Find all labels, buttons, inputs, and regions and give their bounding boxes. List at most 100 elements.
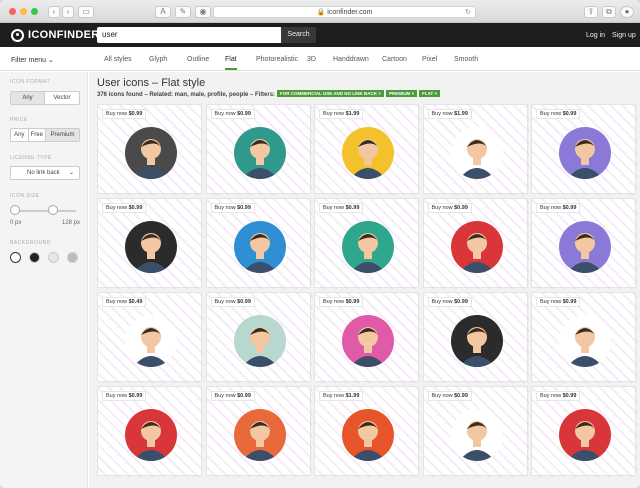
extension-icon[interactable]: ● — [620, 6, 634, 18]
background-swatch[interactable] — [29, 252, 40, 263]
style-tab-all-styles[interactable]: All styles — [104, 56, 132, 63]
sidebar-toggle-button[interactable]: ▭ — [78, 6, 94, 18]
close-window-button[interactable] — [9, 8, 16, 15]
icon-card[interactable]: Buy now $0.99 — [97, 386, 203, 477]
results-summary: 376 icons found – Related: man, male, pr… — [97, 90, 441, 98]
buy-now-button[interactable]: Buy now $1.99 — [427, 109, 472, 119]
buy-now-button[interactable]: Buy now $1.99 — [319, 109, 364, 119]
icon-card[interactable]: Buy now $0.99 — [97, 198, 203, 289]
icon-card[interactable]: Buy now $0.99 — [531, 386, 637, 477]
style-tab-photorealistic[interactable]: Photorealistic — [256, 56, 298, 63]
icon-card[interactable]: Buy now $1.99 — [314, 104, 420, 195]
size-slider-max-handle[interactable] — [48, 205, 58, 215]
buy-now-button[interactable]: Buy now $0.49 — [102, 297, 147, 307]
price-premium-option[interactable]: Premium — [46, 129, 79, 141]
buy-now-button[interactable]: Buy now $0.99 — [210, 203, 255, 213]
background-swatch[interactable] — [48, 252, 59, 263]
filter-tag[interactable]: FOR COMMERCIAL USE AND NO LINK BACK × — [277, 90, 384, 97]
icon-card[interactable]: Buy now $1.99 — [422, 104, 529, 195]
url-text: iconfinder.com — [327, 9, 373, 16]
id-card-icon — [125, 127, 177, 179]
icon-card[interactable]: Buy now $0.99 — [422, 386, 529, 477]
iconfinder-logo[interactable]: ICONFINDER — [11, 28, 99, 42]
icon-card[interactable]: Buy now $0.99 — [205, 386, 312, 477]
forward-button[interactable]: › — [62, 6, 74, 18]
buy-now-button[interactable]: Buy now $0.99 — [536, 391, 581, 401]
icon-card[interactable]: Buy now $0.99 — [205, 104, 312, 195]
address-bar[interactable]: 🔒 iconfinder.com ↻ — [213, 6, 476, 18]
buy-now-button[interactable]: Buy now $0.99 — [319, 297, 364, 307]
search-button[interactable]: Search — [281, 27, 316, 43]
filter-tag[interactable]: PREMIUM × — [385, 90, 418, 97]
buy-now-button[interactable]: Buy now $0.99 — [102, 109, 147, 119]
background-swatch[interactable] — [10, 252, 21, 263]
style-tab-glyph[interactable]: Glyph — [149, 56, 167, 63]
buy-now-button[interactable]: Buy now $0.99 — [210, 297, 255, 307]
icon-card[interactable]: Buy now $0.49 — [97, 292, 203, 383]
style-tab-outline[interactable]: Outline — [187, 56, 209, 63]
size-slider-track[interactable] — [14, 210, 76, 212]
icon-card[interactable]: Buy now $1.99 — [314, 386, 420, 477]
reload-icon[interactable]: ↻ — [465, 7, 471, 18]
style-tab-flat[interactable]: Flat — [225, 56, 237, 70]
icon-card[interactable]: Buy now $0.99 — [422, 198, 529, 289]
filter-tag[interactable]: FLAT × — [419, 90, 441, 97]
tabs-icon[interactable]: ⧉ — [602, 6, 616, 18]
format-vector-option[interactable]: Vector — [45, 92, 79, 104]
reader-button[interactable]: A — [155, 6, 171, 18]
price-any-option[interactable]: Any — [11, 129, 29, 141]
buy-now-label: Buy now — [431, 111, 455, 117]
size-slider-min-handle[interactable] — [10, 205, 20, 215]
buy-now-label: Buy now — [540, 111, 563, 117]
buy-now-button[interactable]: Buy now $0.99 — [210, 109, 255, 119]
icon-card[interactable]: Buy now $0.99 — [205, 198, 312, 289]
woman-yellow-hair-icon — [450, 315, 503, 367]
buy-now-button[interactable]: Buy now $0.99 — [319, 203, 364, 213]
results-area: User icons – Flat style 376 icons found … — [89, 72, 640, 488]
license-select[interactable]: No link back ⌄ — [10, 166, 80, 180]
background-swatch[interactable] — [67, 252, 78, 263]
buy-now-button[interactable]: Buy now $1.99 — [319, 391, 364, 401]
buy-now-label: Buy now — [431, 393, 455, 399]
format-any-option[interactable]: Any — [11, 92, 46, 104]
share-icon[interactable]: ⇪ — [584, 6, 598, 18]
search-input[interactable]: user — [97, 27, 281, 43]
buy-now-button[interactable]: Buy now $0.99 — [536, 203, 581, 213]
buy-now-button[interactable]: Buy now $0.99 — [102, 203, 147, 213]
buy-now-label: Buy now — [323, 299, 346, 305]
buy-now-button[interactable]: Buy now $0.99 — [536, 297, 581, 307]
wrench-icon[interactable]: ✎ — [175, 6, 191, 18]
buy-now-button[interactable]: Buy now $0.99 — [427, 203, 472, 213]
style-tab-3d[interactable]: 3D — [307, 56, 316, 63]
zoom-window-button[interactable] — [31, 8, 38, 15]
buy-now-button[interactable]: Buy now $0.99 — [536, 109, 581, 119]
price-value: $0.99 — [237, 205, 251, 211]
login-link[interactable]: Log in — [586, 32, 605, 39]
price-free-option[interactable]: Free — [29, 129, 46, 141]
buy-now-button[interactable]: Buy now $0.99 — [210, 391, 255, 401]
style-tab-handdrawn[interactable]: Handdrawn — [333, 56, 369, 63]
style-tab-pixel[interactable]: Pixel — [422, 56, 437, 63]
price-value: $0.99 — [345, 299, 360, 305]
privacy-shield-icon[interactable]: ◉ — [195, 6, 211, 18]
buy-now-label: Buy now — [106, 299, 129, 305]
icon-card[interactable]: Buy now $0.99 — [422, 292, 529, 383]
back-button[interactable]: ‹ — [48, 6, 60, 18]
icon-card[interactable]: Buy now $0.99 — [531, 292, 637, 383]
buy-now-button[interactable]: Buy now $0.99 — [427, 297, 472, 307]
style-filter-bar: Filter menu ⌄ All styles Glyph Outline Flat… — [0, 47, 640, 71]
buy-now-button[interactable]: Buy now $0.99 — [427, 391, 472, 401]
icon-card[interactable]: Buy now $0.99 — [314, 198, 420, 289]
style-tab-cartoon[interactable]: Cartoon — [382, 56, 407, 63]
icon-card[interactable]: Buy now $0.99 — [205, 292, 312, 383]
minimize-window-button[interactable] — [20, 8, 27, 15]
icon-card[interactable]: Buy now $0.99 — [314, 292, 420, 383]
style-tab-smooth[interactable]: Smooth — [454, 56, 478, 63]
icon-card[interactable]: Buy now $0.99 — [97, 104, 203, 195]
icon-card[interactable]: Buy now $0.99 — [531, 104, 637, 195]
signup-link[interactable]: Sign up — [612, 32, 636, 39]
license-heading: LICENSE TYPE — [10, 155, 52, 161]
buy-now-button[interactable]: Buy now $0.99 — [102, 391, 147, 401]
icon-card[interactable]: Buy now $0.99 — [531, 198, 637, 289]
filter-menu-toggle[interactable]: Filter menu ⌄ — [11, 56, 54, 64]
